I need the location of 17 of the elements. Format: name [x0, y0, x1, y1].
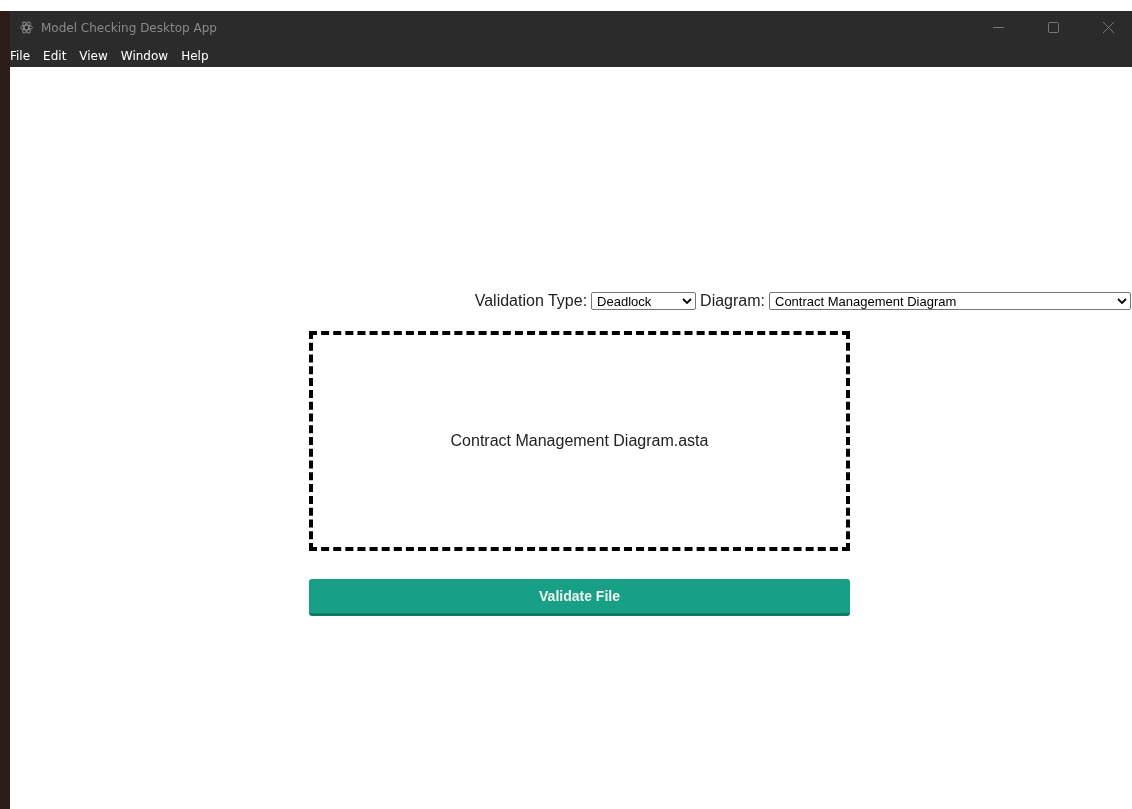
validation-type-dropdown[interactable]: Deadlock [591, 292, 697, 310]
window-title: Model Checking Desktop App [41, 20, 217, 35]
field-label: Validation Type: [474, 292, 588, 310]
menu-item[interactable]: File [10, 45, 35, 66]
field-label: Diagram: [700, 292, 765, 310]
diagram-dropdown[interactable]: Contract Management Diagram [769, 292, 1131, 310]
menu-item[interactable]: View [70, 45, 112, 66]
file-drop-zone[interactable]: Contract Management Diagram.asta [309, 331, 850, 551]
chevron-icon [1117, 298, 1127, 304]
menu-item[interactable]: Window [111, 45, 173, 66]
chevron-icon [682, 298, 693, 304]
menu-item[interactable]: Help [172, 45, 213, 66]
file-name: Contract Management Diagram.asta [450, 432, 709, 450]
atom-icon [20, 21, 33, 34]
menu-item[interactable]: Edit [34, 45, 71, 66]
maximize-icon [1048, 22, 1059, 33]
close-icon [1103, 22, 1114, 33]
